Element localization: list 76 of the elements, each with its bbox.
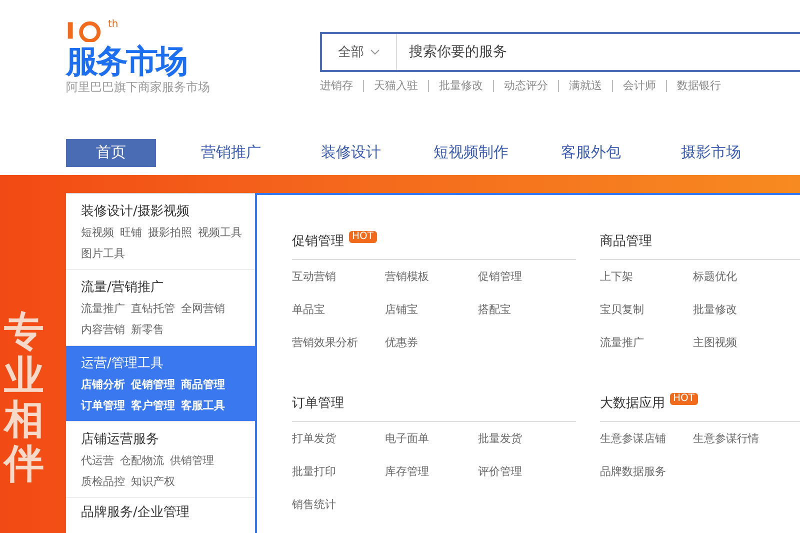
group-title: 促销管理	[292, 233, 344, 251]
service-link[interactable]: 库存管理	[385, 455, 478, 488]
service-link[interactable]: 评价管理	[478, 455, 571, 488]
chevron-down-icon	[370, 49, 380, 55]
hot-search-link[interactable]: 满就送	[569, 78, 602, 93]
service-link[interactable]: 打单发货	[292, 422, 385, 455]
search-field[interactable]: 全部 搜索你要的服务	[320, 32, 800, 72]
category-title: 装修设计/摄影视频	[81, 203, 190, 221]
service-link[interactable]: 流量推广	[600, 326, 693, 359]
category-link[interactable]: 新零售	[131, 319, 164, 340]
logo-subtitle: 阿里巴巴旗下商家服务市场	[66, 79, 211, 96]
category-item[interactable]: 运营/管理工具 店铺分析 促销管理 商品管理 订单管理 客户管理 客服工具	[66, 346, 255, 422]
nav-tab[interactable]: 客服外包	[546, 138, 636, 166]
category-link[interactable]: 订单管理	[81, 395, 125, 416]
service-link[interactable]: 营销效果分析	[292, 326, 385, 359]
service-link[interactable]: 促销管理	[478, 260, 571, 293]
nav-tab[interactable]: 摄影市场	[666, 138, 756, 166]
service-link[interactable]: 上下架	[600, 260, 693, 293]
group-title: 商品管理	[600, 233, 652, 251]
group-title: 大数据应用	[600, 395, 665, 413]
category-link[interactable]: 知识产权	[131, 471, 175, 492]
service-link[interactable]: 批量修改	[693, 293, 793, 326]
hot-search-link[interactable]: 进销存	[320, 78, 353, 93]
category-link[interactable]: 全网营销	[181, 298, 225, 319]
category-link[interactable]: 商品管理	[181, 374, 225, 395]
service-link[interactable]: 店铺宝	[385, 293, 478, 326]
category-link[interactable]: 流量推广	[81, 298, 125, 319]
category-link[interactable]: 代运营	[81, 450, 114, 471]
service-link[interactable]: 生意参谋店铺	[600, 422, 693, 455]
category-link[interactable]: 店铺分析	[81, 374, 125, 395]
category-link[interactable]: 质检品控	[81, 471, 125, 492]
hot-search-link[interactable]: 会计师	[623, 78, 656, 93]
group-title: 订单管理	[292, 395, 344, 413]
anniversary-suffix: th	[108, 20, 118, 30]
nav-tab[interactable]: 营销推广	[186, 138, 276, 166]
service-link[interactable]: 销售统计	[292, 488, 385, 521]
category-title: 品牌服务/企业管理	[81, 504, 190, 522]
category-link[interactable]: 内容营销	[81, 319, 125, 340]
service-link[interactable]: 优惠券	[385, 326, 478, 359]
hot-search-link[interactable]: 批量修改	[439, 78, 483, 93]
hot-search-link[interactable]: 动态评分	[504, 78, 548, 93]
service-link[interactable]: 批量打印	[292, 455, 385, 488]
logo-title: 服务市场	[66, 44, 186, 78]
hot-search-link[interactable]: 天猫入驻	[374, 78, 418, 93]
category-title: 运营/管理工具	[81, 355, 164, 373]
service-link[interactable]: 品牌数据服务	[600, 455, 693, 488]
hot-search-link[interactable]: 数据银行	[677, 78, 721, 93]
category-link[interactable]: 促销管理	[131, 374, 175, 395]
service-link[interactable]: 批量发货	[478, 422, 571, 455]
category-title: 流量/营销推广	[81, 279, 164, 297]
banner-slogan: 专业相伴	[4, 310, 44, 486]
nav-tab[interactable]: 装修设计	[306, 138, 396, 166]
category-link[interactable]: 短视频	[81, 222, 114, 243]
service-link[interactable]: 单品宝	[292, 293, 385, 326]
service-link[interactable]: 搭配宝	[478, 293, 571, 326]
category-title: 店铺运营服务	[81, 431, 160, 449]
service-link[interactable]: 互动营销	[292, 260, 385, 293]
service-link[interactable]: 标题优化	[693, 260, 793, 293]
hot-badge: HOT	[670, 393, 698, 405]
hot-badge: HOT	[349, 231, 376, 243]
category-link[interactable]: 仓配物流	[120, 450, 164, 471]
service-link[interactable]: 生意参谋行情	[693, 422, 793, 455]
service-link[interactable]: 营销模板	[385, 260, 478, 293]
category-link[interactable]: 客服工具	[181, 395, 225, 416]
category-link[interactable]: 供销管理	[170, 450, 214, 471]
category-link[interactable]: 图片工具	[81, 243, 125, 264]
category-link[interactable]: 客户管理	[131, 395, 175, 416]
service-link[interactable]: 电子面单	[385, 422, 478, 455]
category-link[interactable]: 直钻托管	[131, 298, 175, 319]
service-link[interactable]: 主图视频	[693, 326, 793, 359]
category-link[interactable]: 视频工具	[198, 222, 242, 243]
nav-tab[interactable]: 首页	[66, 138, 156, 166]
category-link[interactable]: 摄影拍照	[148, 222, 192, 243]
nav-tab[interactable]: 短视频制作	[426, 138, 516, 166]
category-link[interactable]: 旺铺	[120, 222, 142, 243]
service-link[interactable]: 宝贝复制	[600, 293, 693, 326]
